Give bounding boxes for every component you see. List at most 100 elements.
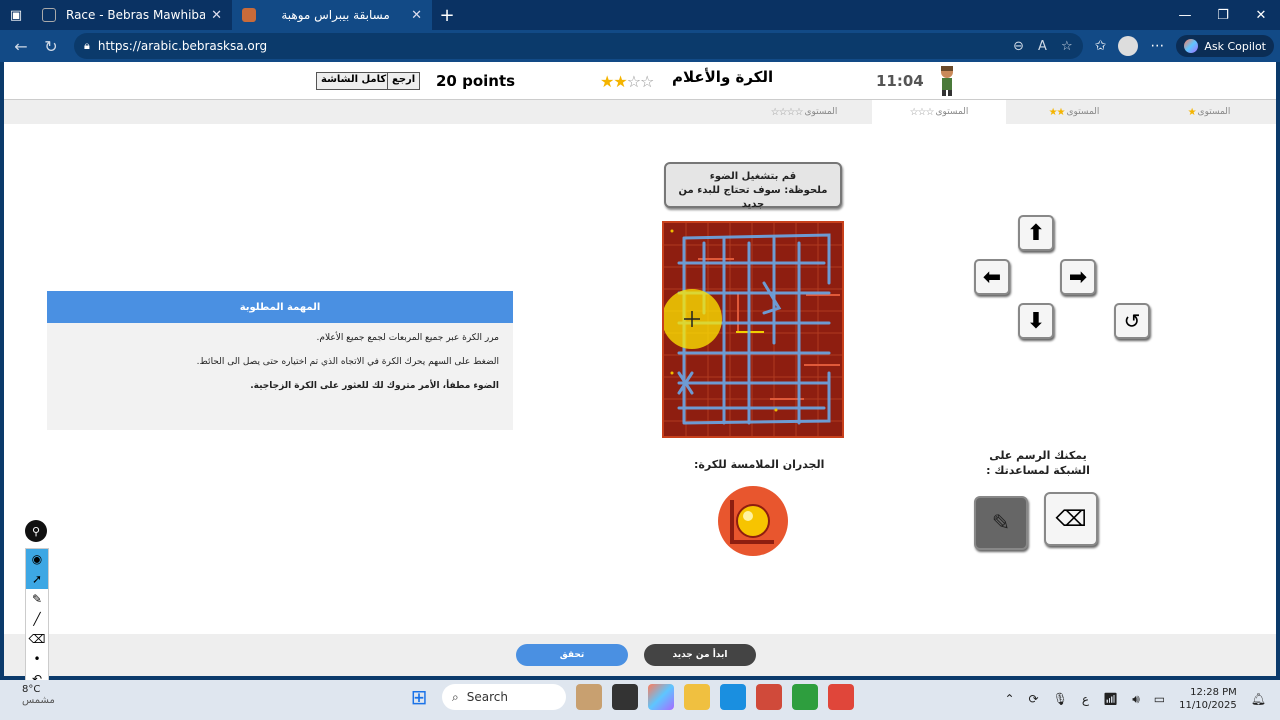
start-icon[interactable]: ⊞ — [406, 684, 432, 710]
pin-icon[interactable]: ⚲ — [25, 520, 47, 542]
read-aloud-icon[interactable]: A — [1038, 39, 1047, 54]
maximize-icon[interactable]: ❐ — [1204, 8, 1242, 23]
tab-level-4[interactable]: ☆☆☆☆ المستوى — [737, 100, 871, 124]
camtasia-icon[interactable] — [792, 684, 818, 710]
task-heading: المهمة المطلوبة — [47, 291, 513, 323]
arrow-left-button[interactable]: ⬅ — [974, 259, 1010, 295]
back-icon[interactable]: ← — [6, 37, 36, 56]
level-stars-icon: ☆☆☆ — [909, 106, 935, 118]
ball-walls-icon — [718, 486, 788, 556]
tab-level-3[interactable]: ☆☆☆ المستوى — [872, 100, 1006, 124]
wifi-icon[interactable]: 📶︎ — [1103, 692, 1118, 706]
tab-contest[interactable]: مسابقة بيبراس موهبة ✕ — [232, 0, 432, 30]
fullscreen-button[interactable]: كامل الشاشة — [316, 72, 392, 90]
undo-button[interactable]: ↺ — [1114, 303, 1150, 339]
volume-icon[interactable]: 🔊︎ — [1132, 692, 1140, 707]
url-field[interactable]: 🔒︎ https://arabic.bebrasksa.org ⊖ A ☆ — [74, 33, 1083, 59]
notification-icon[interactable]: 🔔︎ — [1251, 692, 1266, 706]
level-stars-icon: ★★ — [1048, 106, 1066, 118]
walls-label: الجدران الملامسة للكرة: — [694, 458, 825, 471]
light-toggle-button[interactable]: قم بتشغيل الضوء ملحوظة: سوف تحتاج للبدء … — [664, 162, 842, 210]
tab-actions-icon[interactable]: ▣ — [0, 0, 32, 30]
pen-icon[interactable]: ✎ — [26, 589, 48, 609]
chevron-up-icon[interactable]: ⌃ — [1004, 692, 1014, 706]
copilot-label: Ask Copilot — [1204, 39, 1266, 53]
task-view-icon[interactable] — [612, 684, 638, 710]
copilot-button[interactable]: Ask Copilot — [1176, 35, 1274, 57]
difficulty-stars-icon: ★★☆☆ — [600, 72, 654, 91]
tab-title: مسابقة بيبراس موهبة — [281, 8, 390, 22]
tab-level-1[interactable]: ★ المستوى — [1142, 100, 1276, 124]
profile-avatar[interactable] — [1118, 36, 1139, 56]
clock-date: 11/10/2025 — [1179, 700, 1237, 711]
mascot-logo — [941, 66, 953, 96]
instruction-line: ملحوظة: سوف تحتاج للبدء من جديد — [678, 185, 828, 210]
cursor-icon[interactable]: ➚ — [26, 569, 48, 589]
taskbar: 8°C مشمس ⊞ ⌕ Search ⌃ ⟳ 🎙︎ ع 📶︎ 🔊︎ ▭ 12:… — [0, 680, 1280, 720]
file-explorer-icon[interactable] — [684, 684, 710, 710]
search-placeholder: Search — [466, 690, 508, 704]
tab-race[interactable]: Race - Bebras Mawhiba ✕ — [32, 0, 232, 30]
eraser-button[interactable]: ⌫ — [1044, 492, 1098, 546]
minimize-icon[interactable]: — — [1166, 8, 1204, 23]
dot-icon[interactable]: • — [26, 649, 48, 669]
task-line: الضوء مطفأ، الأمر متروك لك للعثور على ال… — [250, 381, 499, 391]
task-panel: المهمة المطلوبة مرر الكرة عبر جميع المرب… — [47, 291, 513, 430]
weather-desc: مشمس — [22, 695, 55, 706]
battery-icon[interactable]: ▭ — [1154, 692, 1165, 706]
close-icon[interactable]: ✕ — [411, 8, 422, 23]
copilot-app-icon[interactable] — [648, 684, 674, 710]
favorite-star-icon[interactable]: ☆ — [1061, 39, 1073, 54]
edge-icon[interactable] — [720, 684, 746, 710]
level-label: المستوى — [804, 107, 838, 117]
search-icon: ⌕ — [452, 689, 459, 704]
mic-icon[interactable]: 🎙︎ — [1053, 692, 1068, 706]
level-stars-icon: ☆☆☆☆ — [770, 106, 804, 118]
taskbar-search[interactable]: ⌕ Search — [442, 684, 566, 710]
clock[interactable]: 12:28 PM 11/10/2025 — [1179, 686, 1237, 712]
close-window-icon[interactable]: ✕ — [1242, 8, 1280, 23]
arrow-up-button[interactable]: ⬆ — [1018, 215, 1054, 251]
zoom-icon[interactable]: ⊖ — [1013, 39, 1024, 54]
window-controls: — ❐ ✕ — [1166, 8, 1280, 23]
widget-app-icon[interactable] — [576, 684, 602, 710]
refresh-icon[interactable]: ↻ — [36, 37, 66, 56]
line-icon[interactable]: ╱ — [26, 609, 48, 629]
eye-icon[interactable]: ◉ — [26, 549, 48, 569]
tab-title: Race - Bebras Mawhiba — [66, 8, 206, 22]
new-tab-icon[interactable]: + — [432, 0, 462, 30]
system-tray: ⌃ ⟳ 🎙︎ ع 📶︎ 🔊︎ ▭ 12:28 PM 11/10/2025 🔔︎ — [1004, 686, 1266, 712]
tab-level-2[interactable]: ★★ المستوى — [1007, 100, 1141, 124]
eraser-tool-icon[interactable]: ⌫ — [26, 629, 48, 649]
level-stars-icon: ★ — [1187, 106, 1197, 118]
page: كامل الشاشة ارجع 20 points ★★☆☆ الكرة وا… — [4, 62, 1276, 676]
restart-button[interactable]: ابدأ من جديد — [644, 644, 756, 666]
game-grid[interactable] — [662, 221, 844, 438]
level-label: المستوى — [1066, 107, 1100, 117]
draw-hint-label: يمكنك الرسم على الشبكة لمساعدتك : — [986, 449, 1090, 478]
sync-icon[interactable]: ⟳ — [1029, 692, 1039, 706]
weather-widget[interactable]: 8°C مشمس — [22, 684, 55, 706]
check-button[interactable]: تحقق — [516, 644, 628, 666]
level-label: المستوى — [1197, 107, 1231, 117]
language-indicator[interactable]: ع — [1082, 692, 1089, 706]
lock-icon[interactable]: 🔒︎ — [84, 39, 90, 53]
arrow-right-button[interactable]: ➡ — [1060, 259, 1096, 295]
task-line: مرر الكرة عبر جميع المربعات لجمع جميع ال… — [316, 333, 499, 343]
more-icon[interactable]: ⋯ — [1150, 38, 1164, 54]
recorder-icon[interactable] — [828, 684, 854, 710]
level-label: المستوى — [935, 107, 969, 117]
powerpoint-icon[interactable] — [756, 684, 782, 710]
pencil-button[interactable]: ✎ — [974, 496, 1028, 550]
task-line: الضغط على السهم يحرك الكرة في الاتجاه ال… — [196, 357, 499, 367]
back-button[interactable]: ارجع — [387, 72, 421, 90]
level-tabs: ★ المستوى ★★ المستوى ☆☆☆ المستوى ☆☆☆☆ ال… — [4, 100, 1276, 124]
close-icon[interactable]: ✕ — [211, 8, 222, 23]
favorites-icon[interactable]: ✩ — [1095, 38, 1107, 54]
arrow-down-button[interactable]: ⬇ — [1018, 303, 1054, 339]
address-bar: ← ↻ 🔒︎ https://arabic.bebrasksa.org ⊖ A … — [0, 30, 1280, 62]
timer: 11:04 — [876, 72, 924, 90]
instruction-line: قم بتشغيل الضوء — [709, 171, 797, 182]
game-header: كامل الشاشة ارجع 20 points ★★☆☆ الكرة وا… — [4, 62, 1276, 100]
url-text: https://arabic.bebrasksa.org — [97, 39, 268, 53]
